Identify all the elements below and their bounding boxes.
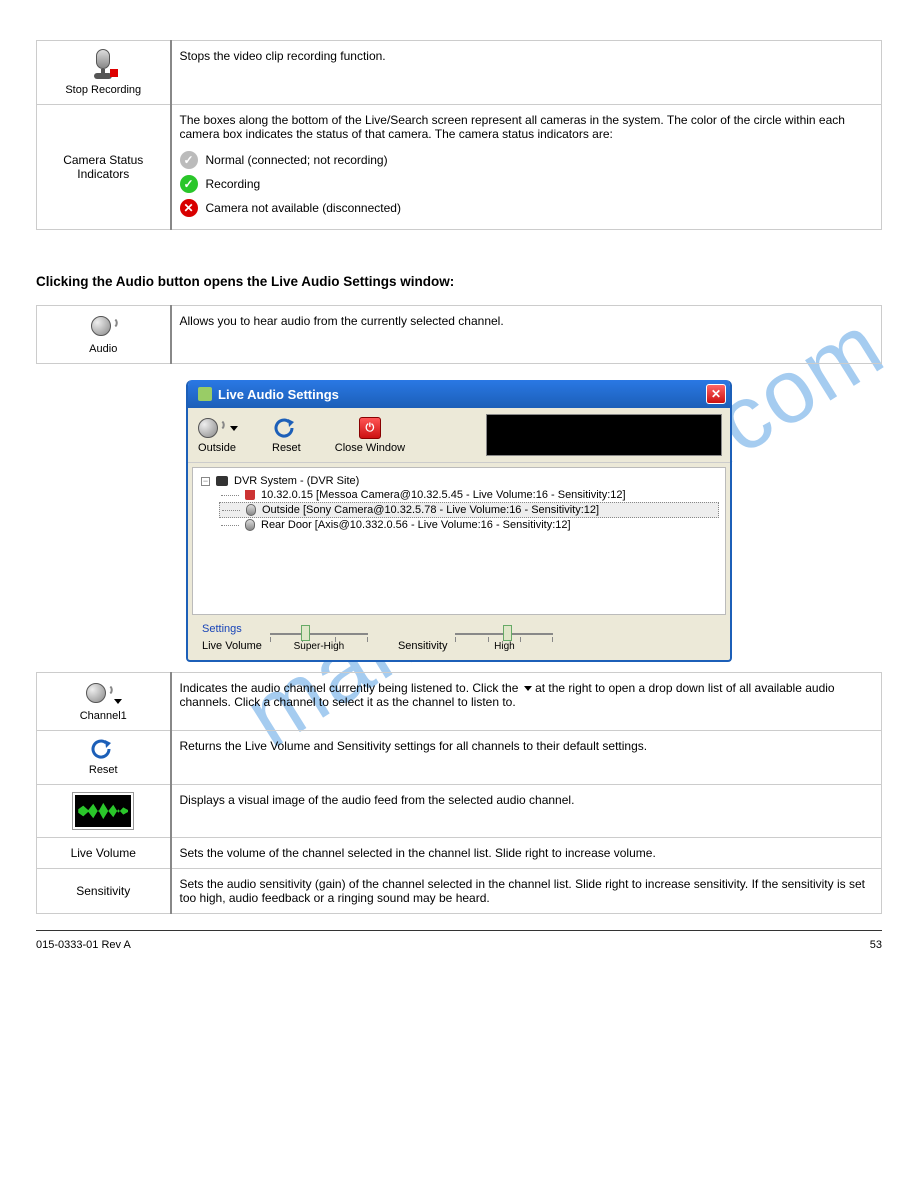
reset-label: Reset xyxy=(272,442,301,454)
chevron-down-icon xyxy=(114,699,122,704)
channel-tree[interactable]: − DVR System - (DVR Site) 10.32.0.15 [Me… xyxy=(192,467,726,615)
close-icon[interactable]: ✕ xyxy=(706,384,726,404)
x-red-icon: ✕ xyxy=(180,199,198,217)
collapse-icon[interactable]: − xyxy=(201,477,210,486)
live-volume-desc: Sets the volume of the channel selected … xyxy=(171,838,882,869)
reset-icon-cell: Reset xyxy=(37,731,171,785)
audio-icon-cell: Audio xyxy=(37,306,171,364)
status-green-text: Recording xyxy=(206,177,261,191)
microphone-icon xyxy=(246,504,256,516)
sensitivity-slider-block: Sensitivity High xyxy=(398,639,554,652)
channel-icon-cell: Channel1 xyxy=(37,673,171,731)
channel-desc-part1: Indicates the audio channel currently be… xyxy=(180,681,522,695)
sensitivity-slider[interactable] xyxy=(455,633,553,635)
channel-desc: Indicates the audio channel currently be… xyxy=(171,673,882,731)
window-toolbar: Outside Reset ⏻ Close Window xyxy=(188,408,730,463)
page-footer: 015-0333-01 Rev A 53 xyxy=(36,930,882,951)
tree-item-selected[interactable]: Outside [Sony Camera@10.32.5.78 - Live V… xyxy=(219,502,719,518)
footer-doc-number: 015-0333-01 Rev A xyxy=(36,939,131,951)
close-window-label: Close Window xyxy=(335,442,405,454)
reset-label: Reset xyxy=(45,764,162,776)
live-volume-value: Super-High xyxy=(270,641,368,652)
live-volume-label: Live Volume xyxy=(202,640,262,652)
status-intro-text: The boxes along the bottom of the Live/S… xyxy=(180,113,874,141)
sensitivity-value: High xyxy=(455,641,553,652)
table-audio-controls: Channel1 Indicates the audio channel cur… xyxy=(36,672,882,914)
reset-button[interactable]: Reset xyxy=(272,414,301,454)
sensitivity-title-cell: Sensitivity xyxy=(37,869,171,914)
status-red-text: Camera not available (disconnected) xyxy=(206,201,401,215)
waveform-desc: Displays a visual image of the audio fee… xyxy=(171,785,882,838)
microphone-icon xyxy=(245,519,255,531)
outside-button[interactable]: Outside xyxy=(196,414,238,454)
toolbar-waveform-preview xyxy=(486,414,722,456)
status-indicators-desc-cell: The boxes along the bottom of the Live/S… xyxy=(171,105,882,230)
audio-desc: Allows you to hear audio from the curren… xyxy=(171,306,882,364)
live-audio-settings-window: Live Audio Settings ✕ Outside Reset ⏻ Cl… xyxy=(186,380,732,662)
tree-item[interactable]: 10.32.0.15 [Messoa Camera@10.32.5.45 - L… xyxy=(219,488,719,502)
window-titlebar: Live Audio Settings ✕ xyxy=(188,380,730,408)
status-gray-text: Normal (connected; not recording) xyxy=(206,153,388,167)
speaker-icon xyxy=(89,314,117,338)
tree-item-label: Rear Door [Axis@10.332.0.56 - Live Volum… xyxy=(261,519,571,531)
audio-label: Audio xyxy=(45,343,162,355)
waveform-icon-cell xyxy=(37,785,171,838)
reset-arrow-icon xyxy=(90,739,116,759)
camera-icon xyxy=(245,490,255,500)
tree-item-label: 10.32.0.15 [Messoa Camera@10.32.5.45 - L… xyxy=(261,489,626,501)
sensitivity-desc: Sets the audio sensitivity (gain) of the… xyxy=(171,869,882,914)
tree-root-label: DVR System - (DVR Site) xyxy=(234,475,359,487)
settings-group: Settings Live Volume Super-High Sensitiv… xyxy=(194,619,724,654)
sensitivity-label: Sensitivity xyxy=(398,640,448,652)
stop-recording-cell: Stop Recording xyxy=(37,41,171,105)
close-window-button[interactable]: ⏻ Close Window xyxy=(335,414,405,454)
speaker-icon xyxy=(84,681,112,705)
speaker-icon xyxy=(196,416,224,440)
tree-root[interactable]: − DVR System - (DVR Site) xyxy=(199,474,719,488)
stop-recording-desc: Stops the video clip recording function. xyxy=(171,41,882,105)
power-icon: ⏻ xyxy=(359,417,381,439)
footer-page-number: 53 xyxy=(870,939,882,951)
checkmark-green-icon: ✓ xyxy=(180,175,198,193)
outside-label: Outside xyxy=(196,442,238,454)
tree-item[interactable]: Rear Door [Axis@10.332.0.56 - Live Volum… xyxy=(219,518,719,532)
live-volume-slider-block: Live Volume Super-High xyxy=(202,639,368,652)
status-indicators-title-cell: Camera Status Indicators xyxy=(37,105,171,230)
checkmark-gray-icon: ✓ xyxy=(180,151,198,169)
stop-recording-label: Stop Recording xyxy=(45,84,162,96)
table-recording-status: Stop Recording Stops the video clip reco… xyxy=(36,40,882,230)
app-icon xyxy=(198,387,212,401)
chevron-down-icon xyxy=(230,426,238,431)
dvr-icon xyxy=(216,476,228,486)
reset-desc: Returns the Live Volume and Sensitivity … xyxy=(171,731,882,785)
audio-section-title: Clicking the Audio button opens the Live… xyxy=(36,274,882,289)
microphone-stop-icon xyxy=(90,49,116,79)
table-audio-button: Audio Allows you to hear audio from the … xyxy=(36,305,882,364)
reset-arrow-icon xyxy=(273,418,299,438)
tree-item-label: Outside [Sony Camera@10.32.5.78 - Live V… xyxy=(262,504,599,516)
window-title: Live Audio Settings xyxy=(218,387,706,402)
channel-label: Channel1 xyxy=(45,710,162,722)
live-volume-title-cell: Live Volume xyxy=(37,838,171,869)
live-volume-slider[interactable] xyxy=(270,633,368,635)
waveform-icon xyxy=(73,793,133,829)
chevron-down-icon xyxy=(524,686,532,691)
